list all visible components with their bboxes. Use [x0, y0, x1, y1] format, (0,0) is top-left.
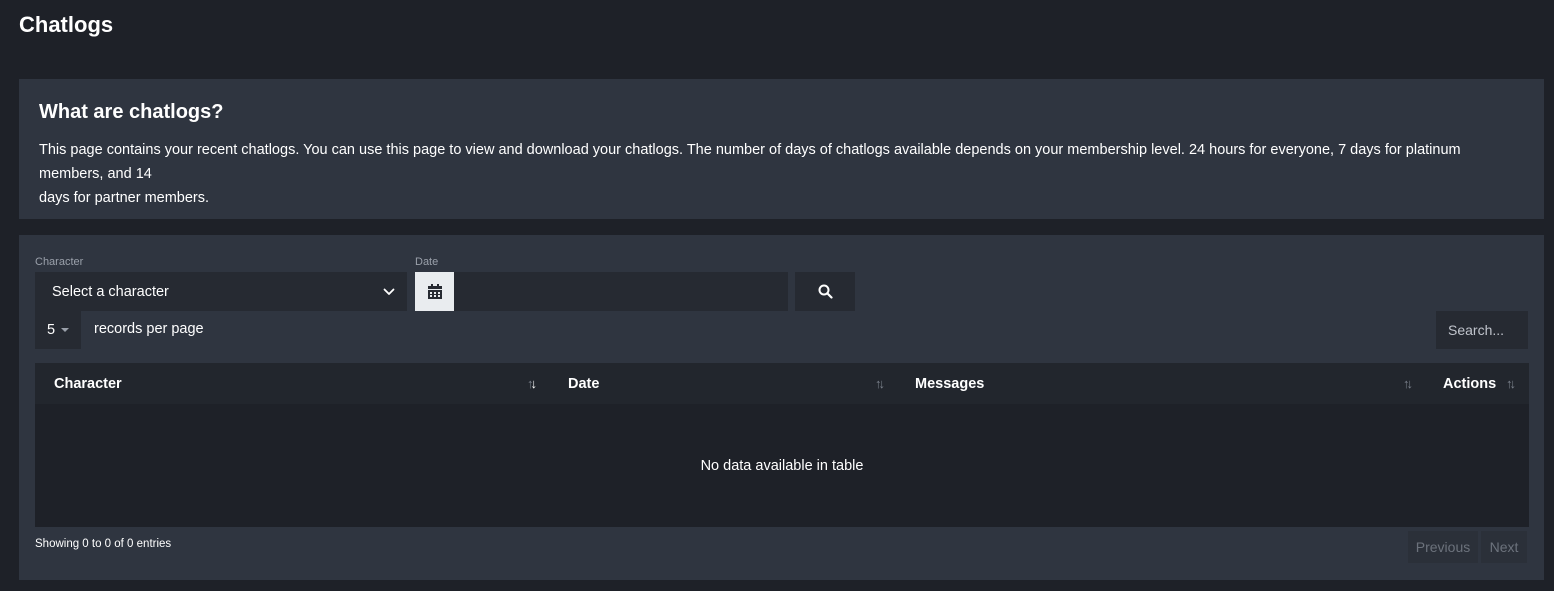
table-search-placeholder: Search... — [1448, 322, 1505, 338]
calendar-button[interactable] — [415, 272, 454, 311]
column-header-label: Actions — [1443, 375, 1497, 392]
column-header-messages[interactable]: Messages ↑↓ — [901, 363, 1429, 404]
table-header: Character ↑↓ Date ↑↓ Messages ↑↓ Actions… — [35, 363, 1529, 404]
page-length-label: records per page — [94, 321, 204, 337]
column-header-date[interactable]: Date ↑↓ — [551, 363, 901, 404]
character-label: Character — [35, 256, 84, 268]
info-text-line1: This page contains your recent chatlogs.… — [39, 142, 1461, 182]
filter-search-button[interactable] — [795, 272, 855, 311]
info-heading: What are chatlogs? — [39, 101, 224, 123]
sort-icon: ↑↓ — [875, 376, 885, 391]
previous-button[interactable]: Previous — [1408, 531, 1478, 563]
character-select[interactable]: Select a character — [35, 272, 407, 311]
calendar-icon — [427, 284, 442, 299]
date-input[interactable] — [454, 272, 788, 311]
date-label: Date — [415, 256, 439, 268]
caret-down-icon — [61, 328, 70, 332]
table-search-input[interactable]: Search... — [1436, 311, 1528, 349]
info-text: This page contains your recent chatlogs.… — [39, 138, 1524, 210]
column-header-character[interactable]: Character ↑↓ — [35, 363, 551, 404]
column-header-label: Date — [568, 375, 600, 392]
search-icon — [818, 284, 833, 299]
table-info: Showing 0 to 0 of 0 entries — [35, 538, 172, 550]
page: Chatlogs What are chatlogs? This page co… — [0, 0, 1554, 591]
column-header-label: Character — [54, 375, 122, 392]
sort-icon: ↑↓ — [1403, 376, 1413, 391]
sort-icon: ↑↓ — [1506, 376, 1516, 391]
page-length-value: 5 — [46, 322, 56, 338]
info-text-line2: days for partner members. — [39, 190, 210, 206]
empty-table-message: No data available in table — [700, 457, 864, 474]
column-header-label: Messages — [915, 375, 985, 392]
character-select-value: Select a character — [52, 283, 169, 300]
sort-icon: ↑↓ — [527, 376, 537, 391]
next-button[interactable]: Next — [1481, 531, 1527, 563]
page-title: Chatlogs — [19, 12, 114, 37]
chatlogs-card: Character Select a character Date 5 reco… — [19, 235, 1544, 580]
date-field — [415, 272, 788, 311]
page-length-select[interactable]: 5 — [35, 311, 81, 349]
column-header-actions[interactable]: Actions ↑↓ — [1429, 363, 1529, 404]
chevron-down-icon — [383, 288, 395, 295]
chatlogs-table: Character ↑↓ Date ↑↓ Messages ↑↓ Actions… — [35, 363, 1529, 527]
info-card: What are chatlogs? This page contains yo… — [19, 79, 1544, 219]
